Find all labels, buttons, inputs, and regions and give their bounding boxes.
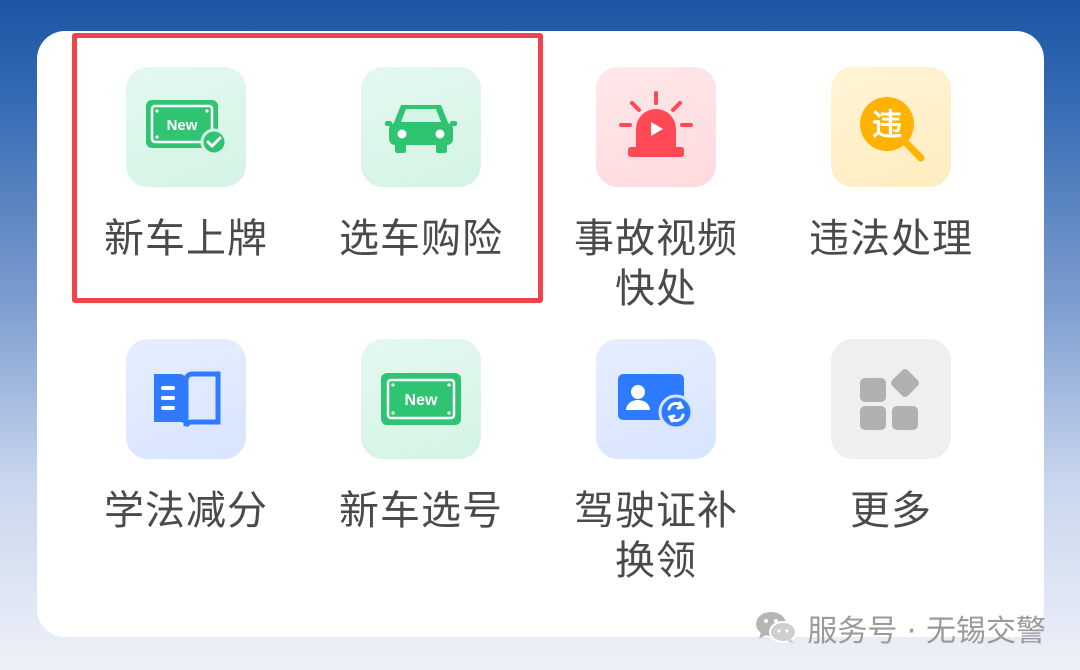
more-apps-icon	[831, 339, 951, 459]
svg-text:违: 违	[872, 108, 902, 143]
service-label: 驾驶证补 换领	[574, 488, 738, 584]
svg-text:New: New	[405, 392, 438, 409]
new-plate-icon: New	[361, 339, 481, 459]
service-label: 事故视频 快处	[574, 216, 738, 312]
wechat-icon	[756, 612, 798, 644]
service-label: 新车选号	[339, 488, 503, 534]
service-label: 新车上牌	[104, 216, 268, 262]
service-label: 违法处理	[809, 216, 973, 262]
service-label: 更多	[850, 488, 932, 534]
service-label: 学法减分	[104, 488, 268, 534]
book-icon	[126, 339, 246, 459]
watermark: 服务号 · 无锡交警	[755, 606, 1046, 650]
violation-search-icon: 违	[831, 67, 951, 187]
alarm-siren-icon	[596, 67, 716, 187]
car-icon	[361, 67, 481, 187]
svg-text:New: New	[167, 117, 198, 134]
new-plate-check-icon: New	[126, 67, 246, 187]
watermark-text: 服务号 · 无锡交警	[807, 614, 1046, 649]
license-renew-icon	[596, 339, 716, 459]
service-label: 选车购险	[339, 216, 503, 262]
